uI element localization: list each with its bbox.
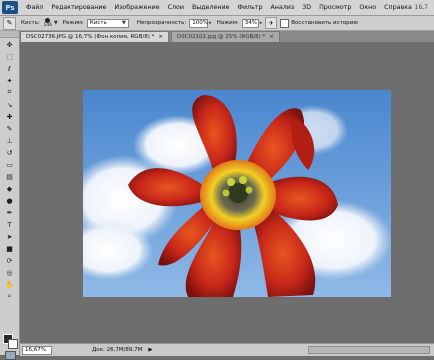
tab-label: DSC02736.JPG @ 16,7% (Фон копия, RGB/8) … bbox=[26, 34, 155, 40]
menu-filter[interactable]: Фильтр bbox=[238, 4, 263, 11]
toolbox: ✥ ⬚ ℓ ✦ ⌗ ↘ ✚ ✎ ⊥ ↺ ▭ ▤ ◆ ● ✒ T ➤ ■ ⟳ ◎ … bbox=[0, 31, 20, 360]
canvas-area[interactable] bbox=[20, 42, 434, 342]
document-image[interactable] bbox=[83, 90, 391, 297]
mode-select[interactable]: Кисть ▼ bbox=[86, 18, 129, 28]
shape-icon[interactable]: ■ bbox=[2, 243, 17, 254]
marquee-icon[interactable]: ⬚ bbox=[2, 51, 17, 62]
doc-size-info: Док: 26,7M/89,7M bbox=[92, 347, 143, 353]
tab-document-1[interactable]: DSC02736.JPG @ 16,7% (Фон копия, RGB/8) … bbox=[20, 31, 169, 42]
3d-orbit-icon[interactable]: ◎ bbox=[2, 267, 17, 278]
status-menu-icon[interactable]: ▶ bbox=[148, 347, 152, 353]
document-tabs: DSC02736.JPG @ 16,7% (Фон копия, RGB/8) … bbox=[20, 31, 434, 42]
mode-value: Кисть bbox=[89, 20, 107, 26]
history-brush-icon[interactable]: ↺ bbox=[2, 147, 17, 158]
horizontal-scrollbar[interactable] bbox=[308, 346, 430, 354]
pressure-slider-icon[interactable]: ▸ bbox=[260, 20, 263, 26]
status-bar: 16,67% Док: 26,7M/89,7M ▶ bbox=[20, 343, 434, 356]
opacity-label: Непрозрачность: bbox=[136, 20, 187, 26]
restore-history-checkbox[interactable] bbox=[280, 18, 290, 28]
tab-document-2[interactable]: DSC02102.jpg @ 25% (RGB/8) * × bbox=[170, 31, 280, 42]
menu-analysis[interactable]: Анализ bbox=[270, 4, 294, 11]
move-icon[interactable]: ✥ bbox=[2, 39, 17, 50]
hand-icon[interactable]: ✋ bbox=[2, 279, 17, 290]
pressure-value: 34% bbox=[244, 20, 257, 26]
menu-edit[interactable]: Редактирование bbox=[51, 4, 106, 11]
opacity-input[interactable]: 100% bbox=[189, 18, 209, 28]
brush-size: 146 bbox=[43, 23, 53, 28]
brush-picker[interactable]: 146 bbox=[43, 18, 53, 28]
gradient-icon[interactable]: ▤ bbox=[2, 171, 17, 182]
close-icon[interactable]: × bbox=[158, 34, 163, 40]
menu-3d[interactable]: 3D bbox=[302, 4, 311, 11]
blur-icon[interactable]: ◆ bbox=[2, 183, 17, 194]
menu-help[interactable]: Справка bbox=[384, 4, 412, 11]
eyedropper-icon[interactable]: ↘ bbox=[2, 99, 17, 110]
opacity-value: 100% bbox=[192, 20, 208, 26]
chevron-down-icon: ▼ bbox=[122, 20, 126, 26]
zoom-icon[interactable]: ⌕ bbox=[2, 291, 17, 302]
toolbox-grip[interactable] bbox=[0, 31, 19, 38]
zoom-readout[interactable]: 16,7 bbox=[415, 4, 428, 11]
magic-wand-icon[interactable]: ✦ bbox=[2, 75, 17, 86]
zoom-value: 16,67% bbox=[25, 347, 46, 353]
menu-layers[interactable]: Слои bbox=[168, 4, 184, 11]
3d-rotate-icon[interactable]: ⟳ bbox=[2, 255, 17, 266]
brush-tool-preset-icon[interactable]: ✎ bbox=[3, 16, 16, 30]
tulip-photo bbox=[83, 90, 391, 297]
dodge-icon[interactable]: ● bbox=[2, 195, 17, 206]
tab-label: DSC02102.jpg @ 25% (RGB/8) * bbox=[176, 34, 266, 40]
brush-label: Кисть: bbox=[21, 20, 40, 26]
opacity-slider-icon[interactable]: ▸ bbox=[209, 20, 212, 26]
path-select-icon[interactable]: ➤ bbox=[2, 231, 17, 242]
pressure-input[interactable]: 34% bbox=[241, 18, 259, 28]
crop-icon[interactable]: ⌗ bbox=[2, 87, 17, 98]
zoom-field[interactable]: 16,67% bbox=[22, 345, 52, 355]
photoshop-logo: Ps bbox=[2, 1, 18, 14]
pressure-label: Нажим: bbox=[216, 20, 239, 26]
mode-label: Режим: bbox=[62, 20, 84, 26]
quick-mask-button[interactable] bbox=[5, 351, 16, 360]
type-icon[interactable]: T bbox=[2, 219, 17, 230]
airbrush-icon[interactable]: ✈ bbox=[265, 17, 278, 29]
menu-bar: Ps Файл Редактирование Изображение Слои … bbox=[0, 0, 434, 16]
eraser-icon[interactable]: ▭ bbox=[2, 159, 17, 170]
stamp-icon[interactable]: ⊥ bbox=[2, 135, 17, 146]
menu-window[interactable]: Окно bbox=[359, 4, 376, 11]
close-icon[interactable]: × bbox=[269, 34, 274, 40]
healing-icon[interactable]: ✚ bbox=[2, 111, 17, 122]
restore-history-label: Восстановить историю bbox=[291, 20, 358, 26]
menu-file[interactable]: Файл bbox=[26, 4, 43, 11]
lasso-icon[interactable]: ℓ bbox=[2, 63, 17, 74]
chevron-down-icon[interactable]: ▼ bbox=[54, 20, 58, 26]
pen-icon[interactable]: ✒ bbox=[2, 207, 17, 218]
menu-image[interactable]: Изображение bbox=[114, 4, 159, 11]
brush-icon[interactable]: ✎ bbox=[2, 123, 17, 134]
menu-select[interactable]: Выделение bbox=[192, 4, 230, 11]
menu-view[interactable]: Просмотр bbox=[319, 4, 351, 11]
background-color-swatch[interactable] bbox=[8, 339, 18, 349]
options-bar: ✎ Кисть: 146 ▼ Режим: Кисть ▼ Непрозрачн… bbox=[0, 16, 434, 31]
